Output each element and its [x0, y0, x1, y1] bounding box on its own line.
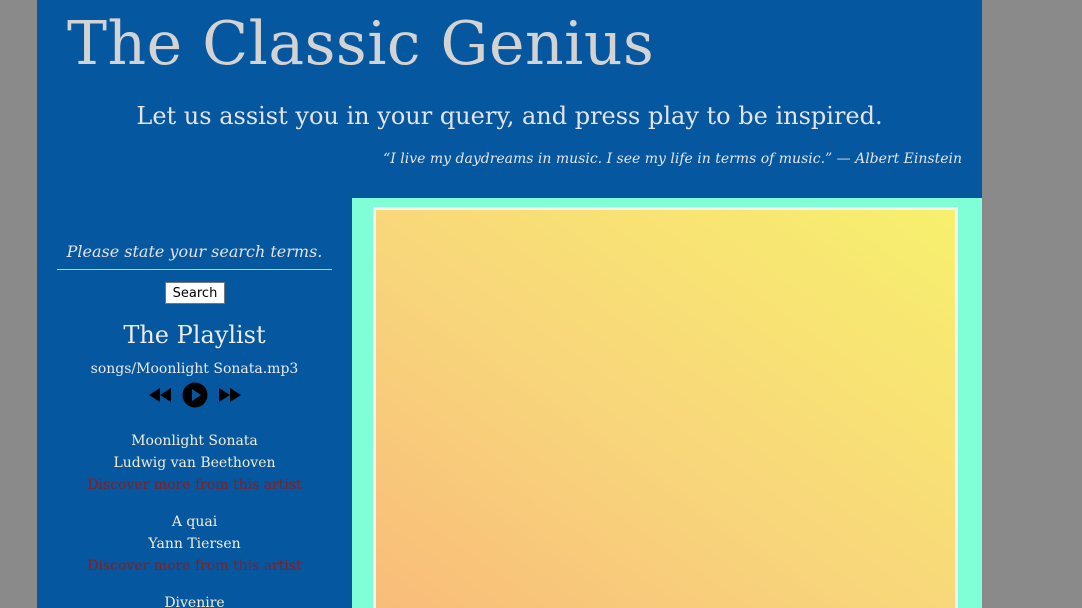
- song-item: Moonlight Sonata Ludwig van Beethoven Di…: [37, 430, 352, 496]
- song-title[interactable]: Moonlight Sonata: [37, 430, 352, 452]
- playlist-heading: The Playlist: [123, 321, 266, 349]
- discover-artist-link[interactable]: Discover more from this artist: [37, 555, 352, 577]
- song-artist: Ludwig van Beethoven: [113, 455, 276, 471]
- page: The Classic Genius Let us assist you in …: [37, 0, 982, 608]
- search-input[interactable]: [57, 234, 332, 270]
- play-icon[interactable]: [182, 382, 208, 408]
- art-frame: [352, 198, 982, 608]
- now-playing-file: songs/Moonlight Sonata.mp3: [90, 361, 299, 377]
- song-item: Divenire: [37, 592, 352, 608]
- discover-artist-link[interactable]: Discover more from this artist: [37, 474, 352, 496]
- song-artist: Yann Tiersen: [148, 536, 241, 552]
- tagline: Let us assist you in your query, and pre…: [136, 102, 883, 130]
- einstein-quote: “I live my daydreams in music. I see my …: [383, 151, 962, 167]
- player-controls: [37, 382, 352, 408]
- song-item: A quai Yann Tiersen Discover more from t…: [37, 511, 352, 577]
- song-list: Moonlight Sonata Ludwig van Beethoven Di…: [37, 430, 352, 608]
- sidebar: Search The Playlist songs/Moonlight Sona…: [37, 198, 352, 608]
- site-title: The Classic Genius: [67, 9, 655, 79]
- fast-forward-icon[interactable]: [218, 387, 242, 403]
- search-button[interactable]: Search: [165, 282, 225, 304]
- song-title[interactable]: A quai: [37, 511, 352, 533]
- song-title[interactable]: Divenire: [37, 592, 352, 608]
- rewind-icon[interactable]: [148, 387, 172, 403]
- gradient-art-panel: [373, 207, 958, 608]
